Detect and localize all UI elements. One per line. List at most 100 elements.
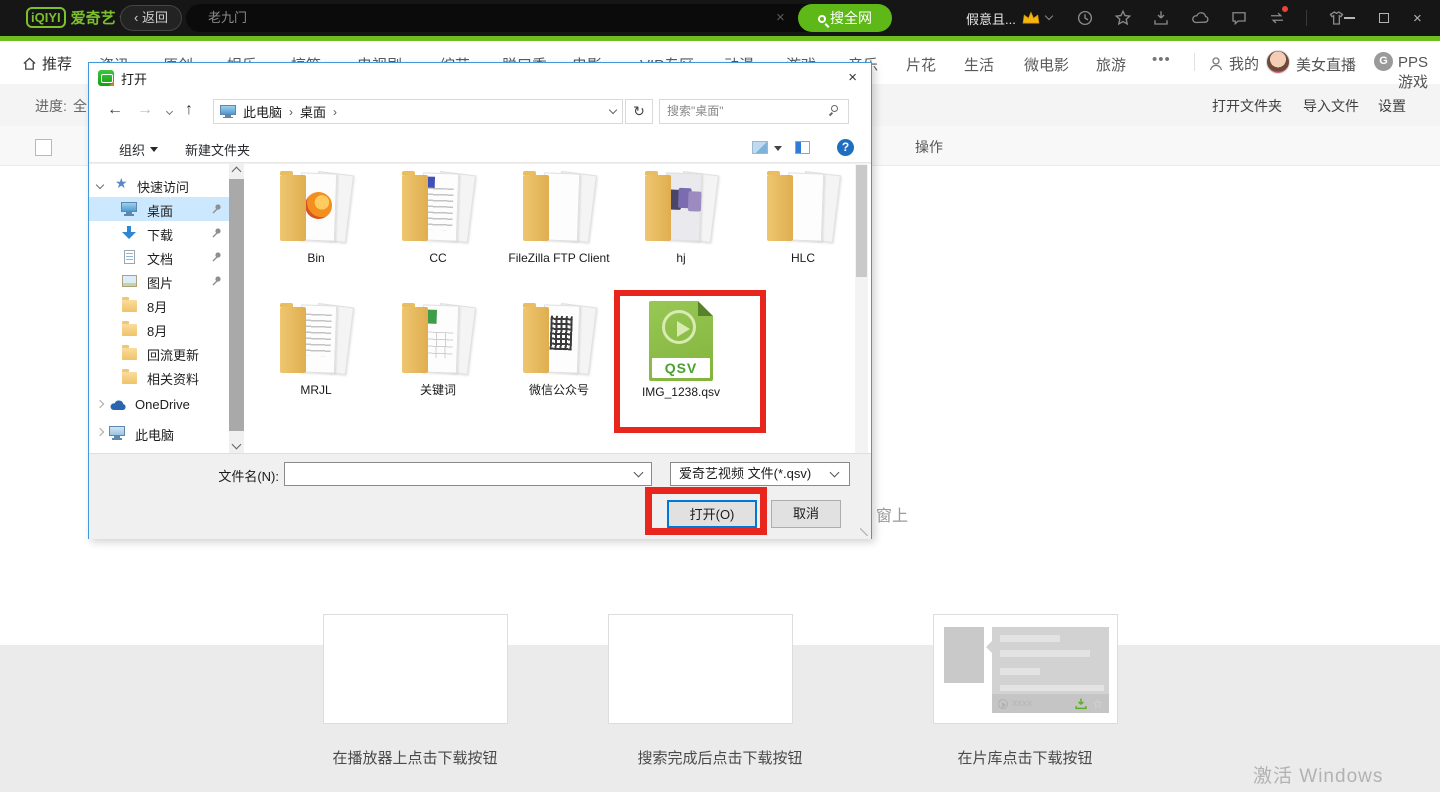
nav-forward-icon[interactable]: →: [137, 101, 153, 119]
star-icon: ☆: [1092, 697, 1103, 711]
import-file-action[interactable]: 导入文件: [1303, 96, 1359, 116]
speed-test-icon[interactable]: [1268, 9, 1286, 27]
tree-item-pictures[interactable]: 图片: [89, 269, 229, 293]
file-item-bin[interactable]: Bin: [258, 169, 374, 266]
nav-more-button[interactable]: •••: [1152, 51, 1171, 68]
tree-item-folder-materials[interactable]: 相关资料: [89, 365, 229, 389]
iqiyi-logo[interactable]: iQIYI 爱奇艺: [26, 7, 128, 28]
tree-item-quick-access[interactable]: ★ 快速访问: [89, 173, 229, 197]
poster-placeholder: [944, 627, 984, 683]
download-icon[interactable]: [1152, 9, 1170, 27]
nav-item-live[interactable]: 美女直播: [1296, 54, 1356, 75]
partial-text: 窗上: [876, 502, 908, 526]
file-item-hlc[interactable]: HLC: [745, 169, 861, 266]
back-button[interactable]: ‹ 返回: [120, 5, 182, 31]
dialog-navigation-bar: ← → ↑ 此电脑 › 桌面 › ↻ 搜索"桌面": [89, 97, 871, 129]
folder-icon: [637, 169, 725, 247]
highlight-box-qsv-file: [614, 290, 766, 433]
tree-item-desktop[interactable]: 桌面: [89, 197, 229, 221]
file-item-filezilla[interactable]: FileZilla FTP Client: [501, 169, 617, 266]
nav-up-icon[interactable]: ↑: [185, 101, 193, 119]
pps-icon: G: [1374, 52, 1393, 71]
refresh-button[interactable]: ↻: [625, 99, 653, 124]
select-all-checkbox[interactable]: [35, 139, 52, 156]
nav-item[interactable]: 微电影: [1024, 54, 1069, 75]
history-icon[interactable]: [1076, 9, 1094, 27]
scroll-up-icon[interactable]: [232, 167, 242, 177]
tree-item-onedrive[interactable]: OneDrive: [89, 393, 229, 417]
filename-input[interactable]: [284, 462, 652, 486]
details-view-icon[interactable]: [795, 141, 810, 154]
scroll-down-icon[interactable]: [232, 440, 242, 450]
resize-grip[interactable]: [860, 528, 868, 536]
play-count-text: xxxx: [1012, 698, 1070, 709]
settings-action[interactable]: 设置: [1378, 96, 1406, 116]
chevron-right-icon[interactable]: [96, 400, 104, 408]
breadcrumb-dropdown-icon[interactable]: [609, 106, 617, 114]
tree-item-this-pc[interactable]: 此电脑: [89, 421, 229, 445]
pin-icon: [211, 275, 222, 286]
view-dropdown-icon[interactable]: [774, 146, 782, 151]
download-green-icon: [1074, 697, 1088, 710]
new-folder-button[interactable]: 新建文件夹: [185, 140, 250, 159]
dialog-close-icon[interactable]: ×: [848, 69, 857, 86]
desktop-icon: [220, 105, 236, 119]
nav-item[interactable]: 片花: [906, 54, 936, 75]
nav-item-label: 推荐: [42, 53, 72, 74]
chevron-down-icon: [1045, 12, 1053, 20]
person-icon: [1208, 56, 1224, 72]
tree-label: 下载: [147, 225, 173, 244]
tree-item-documents[interactable]: 文档: [89, 245, 229, 269]
breadcrumb-separator: ›: [289, 105, 293, 119]
nav-item-mine[interactable]: 我的: [1208, 53, 1259, 74]
message-icon[interactable]: [1230, 9, 1248, 27]
user-account[interactable]: 假意且...: [966, 0, 1052, 36]
tree-item-folder-aug2[interactable]: 8月: [89, 317, 229, 341]
nav-item[interactable]: 生活: [964, 54, 994, 75]
sidebar-scrollbar[interactable]: [229, 163, 244, 453]
tree-item-downloads[interactable]: 下载: [89, 221, 229, 245]
cloud-icon[interactable]: [1190, 9, 1210, 27]
nav-history-chevron-icon[interactable]: [166, 108, 173, 115]
tree-label: 桌面: [147, 201, 173, 220]
new-folder-label: 新建文件夹: [185, 140, 250, 159]
dialog-titlebar: 打开 ×: [89, 63, 871, 93]
scrollbar-thumb[interactable]: [229, 179, 244, 431]
minimize-icon[interactable]: [1344, 17, 1355, 19]
tree-item-folder-backflow[interactable]: 回流更新: [89, 341, 229, 365]
filetype-select[interactable]: 爱奇艺视频 文件(*.qsv): [670, 462, 850, 486]
favorites-star-icon[interactable]: [1114, 9, 1132, 27]
nav-item[interactable]: 旅游: [1096, 54, 1126, 75]
organize-menu[interactable]: 组织: [119, 140, 158, 159]
nav-item-pps[interactable]: PPS游戏: [1398, 54, 1440, 92]
search-input[interactable]: 老九门: [186, 4, 814, 32]
file-item-mrjl[interactable]: MRJL: [258, 301, 374, 398]
dialog-search-input[interactable]: 搜索"桌面": [659, 99, 849, 124]
file-item-wechat[interactable]: 微信公众号: [501, 301, 617, 398]
maximize-icon[interactable]: [1379, 13, 1389, 23]
file-item-hj[interactable]: hj: [623, 169, 739, 266]
home-icon: [22, 56, 37, 71]
search-clear-icon[interactable]: ×: [776, 4, 785, 32]
search-icon: [818, 15, 826, 23]
nav-item-recommend[interactable]: 推荐: [22, 53, 72, 74]
close-icon[interactable]: ×: [1413, 11, 1422, 26]
live-avatar[interactable]: [1266, 50, 1290, 74]
help-icon[interactable]: ?: [837, 139, 854, 156]
folder-icon: [394, 169, 482, 247]
file-item-keywords[interactable]: 关键词: [380, 301, 496, 398]
chevron-down-icon[interactable]: [96, 181, 104, 189]
open-folder-action[interactable]: 打开文件夹: [1212, 96, 1282, 116]
thumbnail-view-icon[interactable]: [752, 141, 768, 154]
tree-item-folder-aug1[interactable]: 8月: [89, 293, 229, 317]
nav-back-icon[interactable]: ←: [107, 101, 123, 119]
cancel-button[interactable]: 取消: [771, 500, 841, 528]
breadcrumb-this-pc[interactable]: 此电脑: [243, 102, 282, 121]
breadcrumb-desktop[interactable]: 桌面: [300, 102, 326, 121]
chevron-right-icon[interactable]: [96, 428, 104, 436]
search-button[interactable]: 搜全网: [798, 4, 892, 32]
hint-caption-search: 搜索完成后点击下载按钮: [637, 747, 802, 768]
breadcrumb[interactable]: 此电脑 › 桌面 ›: [213, 99, 623, 124]
progress-filter[interactable]: 全: [73, 96, 87, 116]
file-item-cc[interactable]: CC: [380, 169, 496, 266]
